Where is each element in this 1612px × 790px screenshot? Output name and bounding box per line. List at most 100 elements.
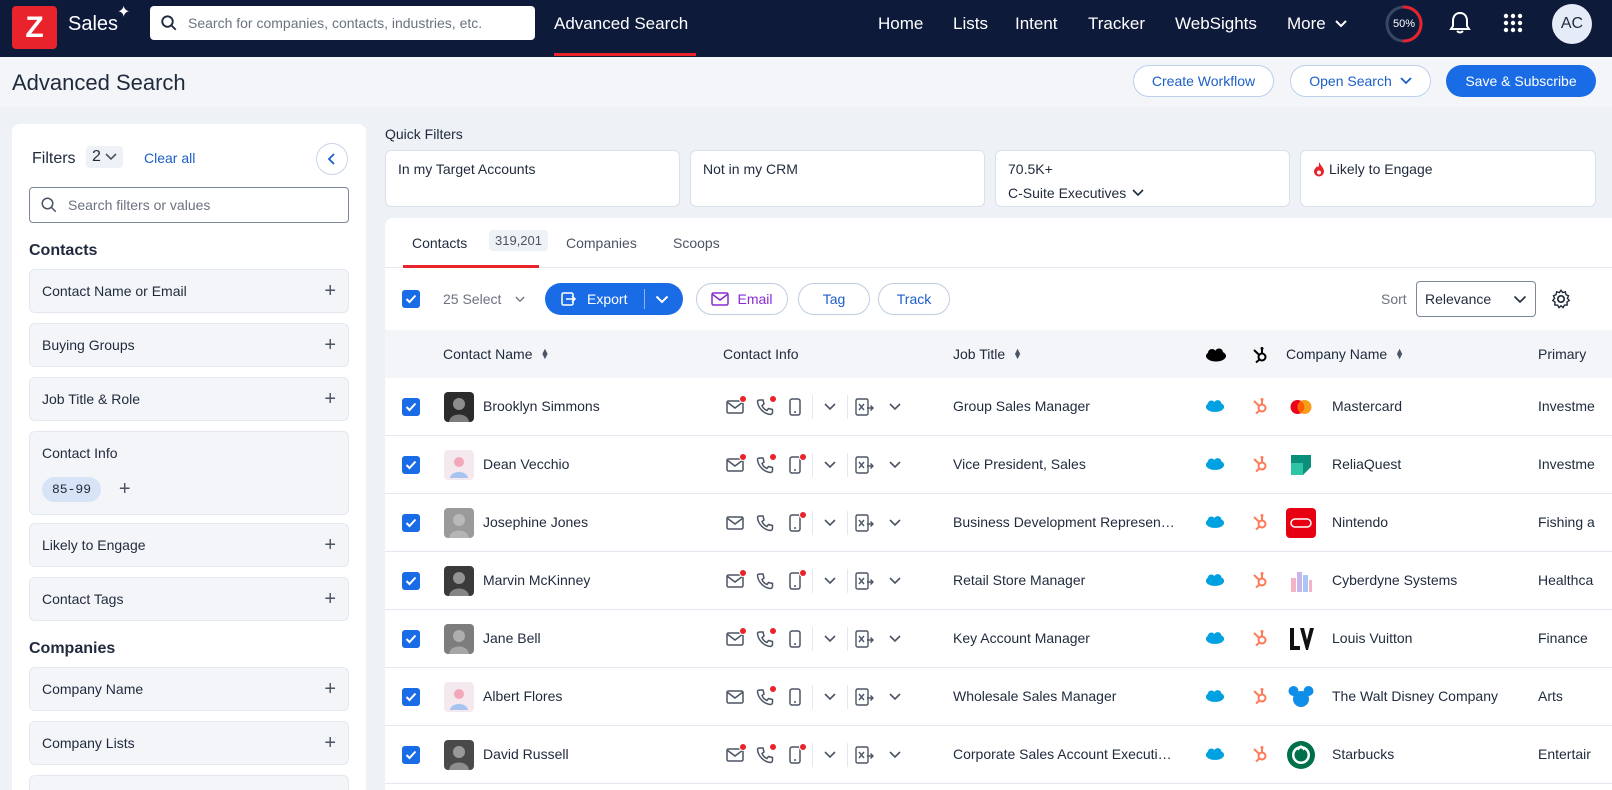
contact-name[interactable]: Brooklyn Simmons <box>483 398 600 414</box>
filter-search-input[interactable] <box>68 197 338 213</box>
chevron-down-icon[interactable] <box>815 740 845 770</box>
open-search-button[interactable]: Open Search <box>1290 65 1431 97</box>
company-name[interactable]: Starbucks <box>1332 746 1394 762</box>
filter-contact-tags[interactable]: Contact Tags + <box>29 577 349 621</box>
company-name[interactable]: The Walt Disney Company <box>1332 688 1498 704</box>
sort-dropdown[interactable]: Relevance <box>1416 281 1536 317</box>
filter-job-title[interactable]: Job Title & Role + <box>29 377 349 421</box>
export-dropdown-toggle[interactable] <box>645 291 669 307</box>
mobile-icon[interactable] <box>780 508 810 538</box>
row-checkbox[interactable] <box>402 688 420 706</box>
global-search-bar[interactable] <box>150 6 535 40</box>
collapse-panel-button[interactable] <box>316 143 348 175</box>
table-row[interactable]: Brooklyn Simmons Group Sales Manager Maste… <box>385 378 1612 436</box>
hubspot-icon[interactable] <box>1251 397 1269 420</box>
export-row-icon[interactable] <box>850 624 880 654</box>
export-row-icon[interactable] <box>850 566 880 596</box>
export-button[interactable]: Export <box>545 283 683 315</box>
filter-company-name[interactable]: Company Name + <box>29 667 349 711</box>
plus-icon[interactable]: + <box>119 478 131 500</box>
filter-chip[interactable]: 85-99 <box>42 477 102 502</box>
filters-count-dropdown[interactable]: 2 <box>86 146 123 168</box>
table-row[interactable]: Albert Flores Wholesale Sales Manager The … <box>385 668 1612 726</box>
phone-icon[interactable] <box>750 682 780 712</box>
salesforce-icon[interactable] <box>1205 631 1225 650</box>
quick-filter-sub-dropdown[interactable]: C-Suite Executives <box>1008 185 1277 201</box>
user-avatar[interactable]: AC <box>1552 4 1592 44</box>
email-icon[interactable] <box>720 740 750 770</box>
table-row[interactable]: Josephine Jones Business Development Repr… <box>385 494 1612 552</box>
filter-company-lists[interactable]: Company Lists + <box>29 721 349 765</box>
export-row-icon[interactable] <box>850 450 880 480</box>
chevron-down-icon[interactable] <box>880 508 910 538</box>
export-row-icon[interactable] <box>850 682 880 712</box>
contact-name[interactable]: Marvin McKinney <box>483 572 590 588</box>
track-button[interactable]: Track <box>878 283 950 315</box>
tab-contacts[interactable]: Contacts <box>412 235 467 251</box>
chevron-down-icon[interactable] <box>880 450 910 480</box>
chevron-down-icon[interactable] <box>815 392 845 422</box>
zoominfo-logo[interactable]: Z <box>12 6 57 49</box>
table-row[interactable]: David Russell Corporate Sales Account Exe… <box>385 726 1612 784</box>
column-company-name[interactable]: Company Name ▲ ▼ <box>1286 346 1404 362</box>
quick-filter-c-suite[interactable]: 70.5K+ C-Suite Executives <box>995 150 1290 207</box>
salesforce-icon[interactable] <box>1205 747 1225 766</box>
hubspot-icon[interactable] <box>1251 745 1269 768</box>
filter-contact-name[interactable]: Contact Name or Email + <box>29 269 349 313</box>
chevron-down-icon[interactable] <box>880 624 910 654</box>
hubspot-icon[interactable] <box>1251 513 1269 536</box>
column-primary-industry[interactable]: Primary <box>1538 346 1586 362</box>
email-icon[interactable] <box>720 566 750 596</box>
email-icon[interactable] <box>720 392 750 422</box>
salesforce-icon[interactable] <box>1205 399 1225 418</box>
filter-search-box[interactable] <box>29 187 349 223</box>
filter-buying-groups[interactable]: Buying Groups + <box>29 323 349 367</box>
hubspot-icon[interactable] <box>1251 455 1269 478</box>
row-checkbox[interactable] <box>402 746 420 764</box>
bell-icon[interactable] <box>1449 11 1471 35</box>
mobile-icon[interactable] <box>780 392 810 422</box>
create-workflow-button[interactable]: Create Workflow <box>1133 65 1274 97</box>
table-row[interactable]: Jane Bell Key Account Manager Louis Vuitto… <box>385 610 1612 668</box>
filter-more[interactable] <box>29 775 349 790</box>
select-all-checkbox[interactable] <box>402 290 420 308</box>
chevron-down-icon[interactable] <box>815 508 845 538</box>
chevron-down-icon[interactable] <box>815 682 845 712</box>
nav-link-advanced-search[interactable]: Advanced Search <box>554 14 688 34</box>
salesforce-icon[interactable] <box>1205 573 1225 592</box>
company-name[interactable]: Louis Vuitton <box>1332 630 1412 646</box>
column-contact-name[interactable]: Contact Name ▲ ▼ <box>443 346 549 362</box>
salesforce-icon[interactable] <box>1205 515 1225 534</box>
contact-name[interactable]: Jane Bell <box>483 630 541 646</box>
email-icon[interactable] <box>720 682 750 712</box>
contact-name[interactable]: Albert Flores <box>483 688 562 704</box>
phone-icon[interactable] <box>750 740 780 770</box>
nav-link-tracker[interactable]: Tracker <box>1088 14 1145 34</box>
table-row[interactable]: Marvin McKinney Retail Store Manager Cyber… <box>385 552 1612 610</box>
salesforce-icon[interactable] <box>1205 457 1225 476</box>
row-checkbox[interactable] <box>402 456 420 474</box>
table-row[interactable]: Dean Vecchio Vice President, Sales ReliaQu… <box>385 436 1612 494</box>
company-name[interactable]: ReliaQuest <box>1332 456 1401 472</box>
quick-filter-not-in-crm[interactable]: Not in my CRM <box>690 150 985 207</box>
mobile-icon[interactable] <box>780 450 810 480</box>
row-checkbox[interactable] <box>402 398 420 416</box>
email-icon[interactable] <box>720 450 750 480</box>
contact-name[interactable]: Dean Vecchio <box>483 456 569 472</box>
email-button[interactable]: Email <box>696 283 788 315</box>
global-search-input[interactable] <box>188 15 518 31</box>
export-row-icon[interactable] <box>850 508 880 538</box>
export-main[interactable]: Export <box>545 289 645 309</box>
gear-icon[interactable] <box>1550 288 1572 310</box>
chevron-down-icon[interactable] <box>880 682 910 712</box>
hubspot-icon[interactable] <box>1251 629 1269 652</box>
chevron-down-icon[interactable] <box>880 740 910 770</box>
chevron-down-icon[interactable] <box>815 566 845 596</box>
phone-icon[interactable] <box>750 624 780 654</box>
company-name[interactable]: Nintendo <box>1332 514 1388 530</box>
contact-name[interactable]: David Russell <box>483 746 569 762</box>
nav-link-intent[interactable]: Intent <box>1015 14 1058 34</box>
hubspot-icon[interactable] <box>1251 687 1269 710</box>
select-count-dropdown[interactable]: 25 Select <box>443 291 526 307</box>
phone-icon[interactable] <box>750 392 780 422</box>
